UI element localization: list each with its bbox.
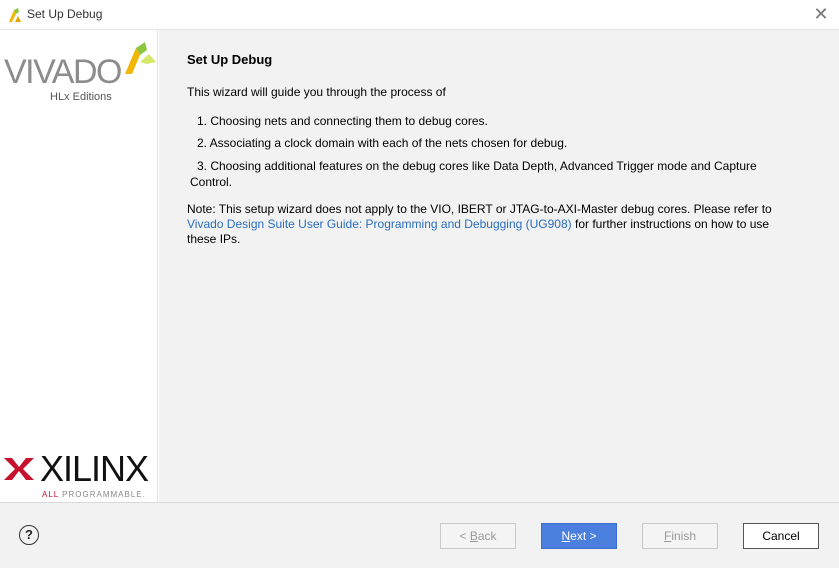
step-item: 1. Choosing nets and connecting them to … (197, 114, 488, 128)
help-icon[interactable]: ? (19, 525, 39, 545)
back-button[interactable]: < Back (440, 523, 516, 549)
cancel-button[interactable]: Cancel (743, 523, 819, 549)
close-icon[interactable]: ✕ (811, 4, 831, 24)
step-text-continued: Control. (190, 175, 233, 189)
xilinx-mark-icon (4, 458, 34, 480)
vivado-logo: VIVADO HLx Editions (2, 36, 158, 103)
vivado-logo-text: VIVADO (4, 53, 122, 91)
intro-text: This wizard will guide you through the p… (187, 85, 446, 99)
xilinx-logo-text: XILINX (40, 448, 149, 489)
xilinx-tagline: ALL PROGRAMMABLE. (42, 490, 146, 499)
page-title: Set Up Debug (187, 52, 273, 67)
window-title: Set Up Debug (27, 7, 103, 21)
finish-button[interactable]: Finish (642, 523, 718, 549)
wizard-content: Set Up Debug This wizard will guide you … (159, 30, 839, 502)
title-bar: Set Up Debug ✕ (0, 0, 839, 30)
vivado-mark-icon (125, 42, 156, 74)
sidebar: VIVADO HLx Editions XILINX ALL PROGRAMMA… (0, 30, 158, 502)
note-text: Note: This setup wizard does not apply t… (187, 202, 797, 247)
step-text: 3. Choosing additional features on the d… (197, 159, 757, 173)
xilinx-logo: XILINX ALL PROGRAMMABLE. (2, 450, 158, 502)
note-prefix: Note: This setup wizard does not apply t… (187, 202, 772, 216)
step-item: 3. Choosing additional features on the d… (190, 158, 797, 190)
vivado-logo-subtitle: HLx Editions (50, 91, 112, 103)
button-bar: ? < Back Next > Finish Cancel (0, 502, 839, 568)
ug908-link[interactable]: Vivado Design Suite User Guide: Programm… (187, 217, 572, 231)
next-button[interactable]: Next > (541, 523, 617, 549)
step-item: 2. Associating a clock domain with each … (197, 136, 568, 150)
vivado-icon (9, 8, 21, 22)
